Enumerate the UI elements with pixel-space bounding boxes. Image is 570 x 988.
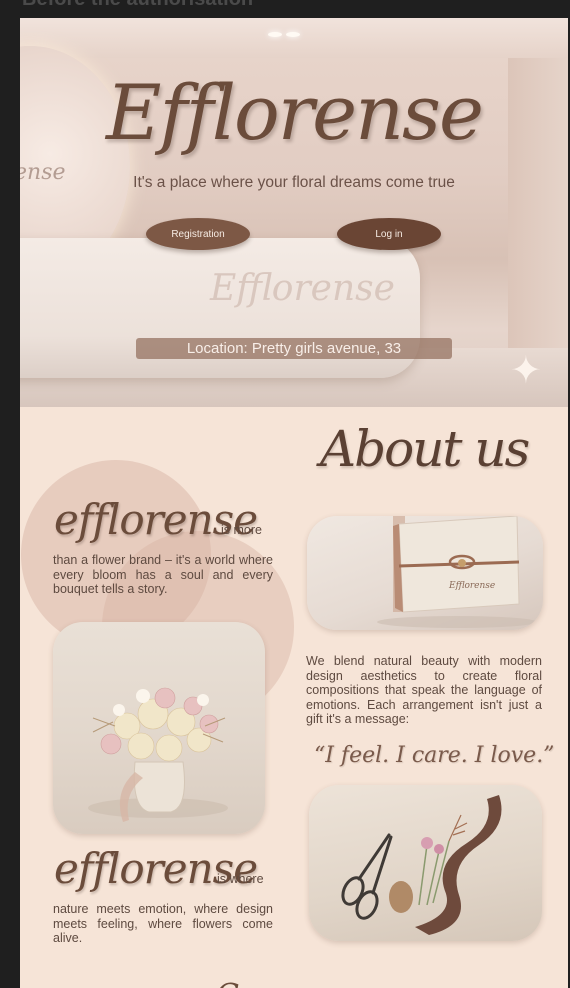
ceiling-light xyxy=(286,32,300,37)
gift-box-illustration: Efflorense xyxy=(377,516,537,628)
hero-tagline: It's a place where your floral dreams co… xyxy=(133,174,455,191)
about-paragraph-3: nature meets emotion, where design meets… xyxy=(53,902,273,945)
vase-illustration xyxy=(88,687,228,822)
location-label: Location: Pretty girls avenue, 33 xyxy=(136,338,452,359)
about-paragraph-1: than a flower brand – it's a world where… xyxy=(53,553,273,596)
hero-ceiling xyxy=(20,18,568,58)
brand-logo: Efflorense xyxy=(105,68,484,157)
florist-tools-image xyxy=(309,785,542,941)
flower-vase-image xyxy=(53,622,265,834)
about-title: About us xyxy=(320,420,530,478)
frame-title: Before the authorisation xyxy=(22,0,253,11)
gift-box-image: Efflorense xyxy=(307,516,543,630)
ceiling-light xyxy=(268,32,282,37)
brand-suffix: is where xyxy=(217,872,264,886)
quote: “I feel. I care. I love.” xyxy=(314,743,555,768)
page-frame: ense Efflorense Efflorense It's a place … xyxy=(20,18,568,988)
brand-suffix: is more xyxy=(221,523,262,537)
box-label: Efflorense xyxy=(448,581,495,591)
tools-illustration xyxy=(341,795,502,935)
hero-section: ense Efflorense Efflorense It's a place … xyxy=(20,18,568,407)
registration-button[interactable]: Registration xyxy=(146,218,250,250)
sparkle-icon: ✦ xyxy=(510,348,542,392)
about-paragraph-2: We blend natural beauty with modern desi… xyxy=(306,654,542,726)
counter-logo: Efflorense xyxy=(210,268,395,309)
next-section-heading: C xyxy=(216,978,239,988)
login-button[interactable]: Log in xyxy=(337,218,441,250)
